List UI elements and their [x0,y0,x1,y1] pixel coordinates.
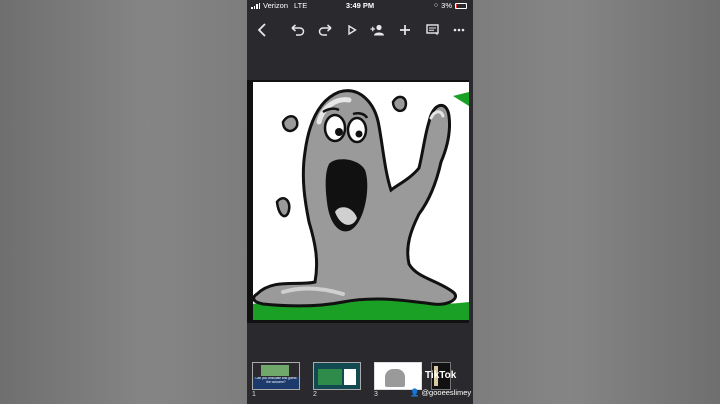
phone-screen: Verizon LTE 3:49 PM ○ 3% Can you articul… [247,0,473,404]
play-icon[interactable] [342,20,362,40]
slide-number-2: 2 [313,391,317,398]
slide-thumbnail-1[interactable]: Can you articulate and guess the outcome… [252,362,300,390]
lock-rotation-icon: ○ [433,2,439,9]
tiktok-handle: @gooeeslimey [421,388,472,397]
blurred-background-left [0,0,247,404]
battery-percent: 3% [441,1,452,10]
thumbnail-image [261,365,289,376]
slide-page [253,82,469,320]
slide-canvas[interactable] [247,80,469,323]
thumbnail-caption: Can you articulate and guess the outcome… [253,377,299,389]
user-icon: 👤 [410,388,420,397]
battery-icon [455,2,467,9]
slide-number-1: 1 [252,391,256,398]
thumbnail-image [318,369,342,385]
slime-cartoon-image [253,89,469,320]
tiktok-watermark: TikTok [413,369,456,381]
status-right: ○ 3% [434,1,467,10]
slide-number-3: 3 [374,391,378,398]
blurred-background-right [473,0,720,404]
status-bar: Verizon LTE 3:49 PM ○ 3% [247,0,473,12]
tiktok-brand: TikTok [425,369,457,381]
tiktok-handle-row: 👤 @gooeeslimey [410,388,471,397]
undo-icon[interactable] [288,20,308,40]
tiktok-note-icon [413,369,423,381]
add-person-icon[interactable] [368,20,388,40]
thumbnail-text-block [344,369,356,385]
editor-toolbar [247,16,473,44]
slide-thumbnail-2[interactable] [313,362,361,390]
redo-icon[interactable] [315,20,335,40]
back-chevron-icon[interactable] [252,20,272,40]
comment-icon[interactable] [422,20,442,40]
thumbnail-slime-image [385,369,405,387]
slide-filmstrip: Can you articulate and guess the outcome… [247,358,473,404]
more-icon[interactable] [449,20,469,40]
plus-icon[interactable] [395,20,415,40]
